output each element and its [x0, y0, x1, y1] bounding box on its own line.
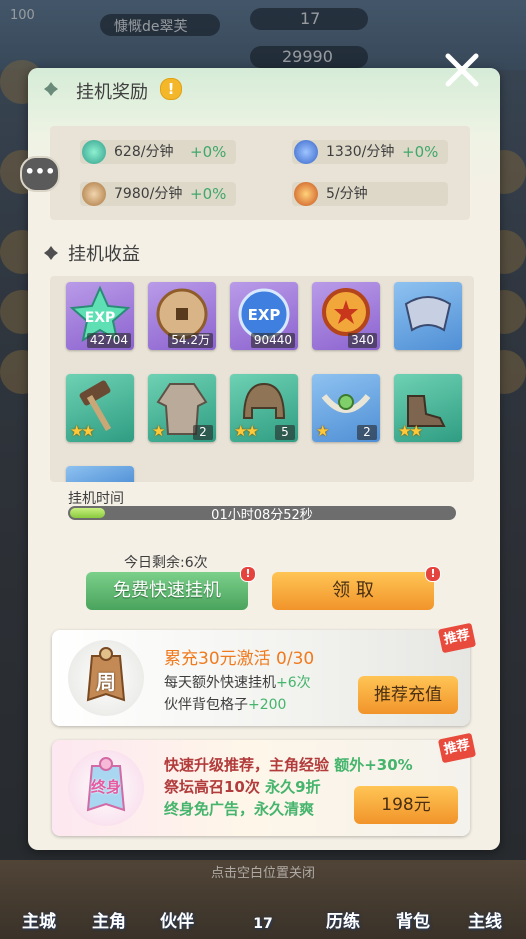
lifetime-card[interactable]: 终身 快速升级推荐，主角经验 额外+30% 祭坛高召10次 永久9折 终身免广告…	[52, 740, 470, 836]
lifetime-line-3: 终身免广告，永久清爽	[164, 800, 315, 818]
close-hint: 点击空白位置关闭	[210, 866, 315, 881]
item-partial-next-row[interactable]	[66, 466, 134, 482]
exp-orb-icon	[294, 140, 318, 164]
weekly-medal-text: 周	[96, 670, 116, 694]
star-rating-icon: ★	[152, 422, 166, 440]
info-warning-icon[interactable]: !	[160, 78, 182, 100]
item-coin[interactable]: 54.2万	[148, 282, 216, 350]
claim-button[interactable]: 领 取	[272, 572, 434, 610]
item-shoulder-armor[interactable]	[394, 282, 462, 350]
star-rating-icon: ★★	[70, 422, 95, 440]
close-icon[interactable]	[444, 52, 480, 88]
recommend-ribbon: 推荐	[437, 622, 477, 654]
star-rating-icon: ★	[316, 422, 330, 440]
item-hammer[interactable]: ★★	[66, 374, 134, 442]
chat-bubble-icon[interactable]: •••	[20, 156, 60, 192]
rate-medal: 5/分钟	[292, 182, 448, 206]
item-medal[interactable]: 340	[312, 282, 380, 350]
diamond-bullet-icon	[44, 82, 58, 96]
star-rating-icon: ★★	[398, 422, 423, 440]
notice-dot-icon: !	[240, 566, 256, 582]
rate-coin: 7980/分钟 +0%	[80, 182, 236, 206]
lifetime-line-1: 快速升级推荐，主角经验 额外+30%	[164, 756, 413, 774]
earnings-grid: EXP 42704 54.2万 EXP 90440 340 ★★ ★ 2 ★★ …	[50, 276, 474, 482]
nav-level[interactable]: 17	[228, 880, 298, 936]
rate-exp-orb: 1330/分钟 +0%	[292, 140, 448, 164]
rate-exp-star: 628/分钟 +0%	[80, 140, 236, 164]
nav-partner[interactable]: 伙伴	[142, 880, 212, 936]
remaining-count: 今日剩余:6次	[124, 555, 208, 571]
lifetime-buy-button[interactable]: 198元	[354, 786, 458, 824]
idle-progress-bar: 01小时08分52秒	[68, 506, 456, 523]
weekly-line-2: 伙伴背包格子+200	[164, 697, 287, 713]
shoulder-armor-icon	[404, 296, 452, 332]
item-robe[interactable]: ★ 2	[148, 374, 216, 442]
weekly-title: 累充30元激活 0/30	[164, 649, 315, 669]
lifetime-medal-text: 终身	[90, 778, 121, 796]
coin-icon	[82, 182, 106, 206]
item-boots[interactable]: ★★	[394, 374, 462, 442]
recommend-recharge-button[interactable]: 推荐充值	[358, 676, 458, 714]
quick-idle-button[interactable]: 免费快速挂机	[86, 572, 248, 610]
nav-trial[interactable]: 历练	[308, 880, 378, 936]
item-exp-orb[interactable]: EXP 90440	[230, 282, 298, 350]
medal-icon	[294, 182, 318, 206]
star-rating-icon: ★★	[234, 422, 259, 440]
nav-bag[interactable]: 背包	[378, 880, 448, 936]
nav-main-city[interactable]: 主城	[4, 880, 74, 936]
nav-mainline[interactable]: 主线	[450, 880, 520, 936]
notice-dot-icon: !	[425, 566, 441, 582]
exp-star-icon	[82, 140, 106, 164]
nav-hero[interactable]: 主角	[74, 880, 144, 936]
item-exp-star[interactable]: EXP 42704	[66, 282, 134, 350]
recommend-ribbon: 推荐	[437, 732, 477, 764]
item-helmet[interactable]: ★★ 5	[230, 374, 298, 442]
weekly-line-1: 每天额外快速挂机+6次	[164, 675, 311, 691]
item-necklace[interactable]: ★ 2	[312, 374, 380, 442]
idle-time-value: 01小时08分52秒	[211, 508, 313, 523]
earnings-title: 挂机收益	[68, 244, 140, 265]
svg-text:EXP: EXP	[248, 306, 281, 324]
weekly-card[interactable]: 周 累充30元激活 0/30 每天额外快速挂机+6次 伙伴背包格子+200 推荐…	[52, 630, 470, 726]
svg-text:EXP: EXP	[85, 310, 116, 326]
diamond-bullet-icon	[44, 246, 58, 260]
rate-box: 628/分钟 +0% 1330/分钟 +0% 7980/分钟 +0% 5/分钟	[50, 126, 470, 220]
panel-title: 挂机奖励	[76, 82, 148, 103]
lifetime-line-2: 祭坛高召10次 永久9折	[164, 778, 321, 796]
idle-reward-panel: 挂机奖励 ! 628/分钟 +0% 1330/分钟 +0% 7980/分钟 +0…	[28, 68, 500, 850]
